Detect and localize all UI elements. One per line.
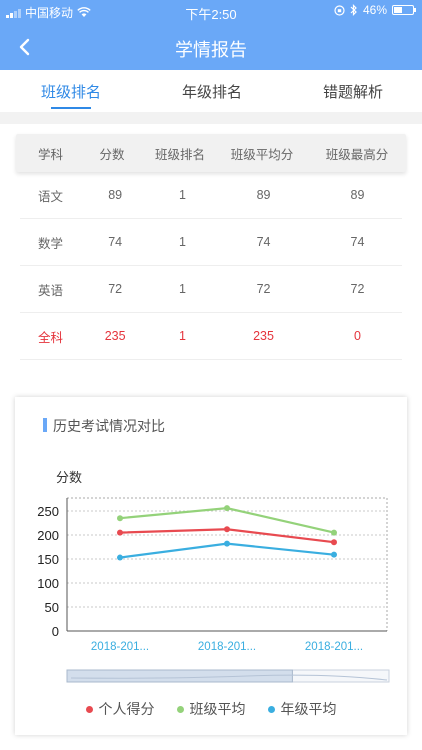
data-point <box>117 529 123 536</box>
y-tick-label: 0 <box>52 624 59 639</box>
data-point <box>117 554 123 561</box>
legend-dot <box>267 705 275 713</box>
legend-dot <box>85 705 93 713</box>
legend-item-class-average[interactable]: 班级平均 <box>176 699 246 719</box>
y-tick-label: 200 <box>37 528 59 543</box>
data-point <box>331 551 337 558</box>
data-point <box>117 515 123 522</box>
legend-label: 个人得分 <box>98 701 155 717</box>
legend-dot <box>176 705 184 713</box>
x-tick-label: 2018-201... <box>305 641 363 653</box>
legend-item-personal[interactable]: 个人得分 <box>85 699 155 719</box>
x-tick-label: 2018-201... <box>198 641 256 653</box>
y-tick-label: 250 <box>37 504 59 519</box>
chart-legend: 个人得分 班级平均 年级平均 <box>0 699 422 719</box>
legend-item-grade-average[interactable]: 年级平均 <box>267 699 337 719</box>
data-point <box>224 505 230 512</box>
x-tick-label: 2018-201... <box>91 641 149 653</box>
data-point <box>331 539 337 546</box>
y-axis-title: 分数 <box>56 470 82 485</box>
data-point <box>224 526 230 533</box>
y-tick-label: 100 <box>37 576 59 591</box>
legend-label: 年级平均 <box>280 701 337 717</box>
data-point <box>224 540 230 547</box>
legend-label: 班级平均 <box>189 701 246 717</box>
y-tick-label: 150 <box>37 552 59 567</box>
data-point <box>331 529 337 536</box>
y-tick-label: 50 <box>45 600 59 615</box>
history-line-chart: 分数 0 50 100 150 200 250 2018-201... 2018-201... 2… <box>37 470 390 683</box>
